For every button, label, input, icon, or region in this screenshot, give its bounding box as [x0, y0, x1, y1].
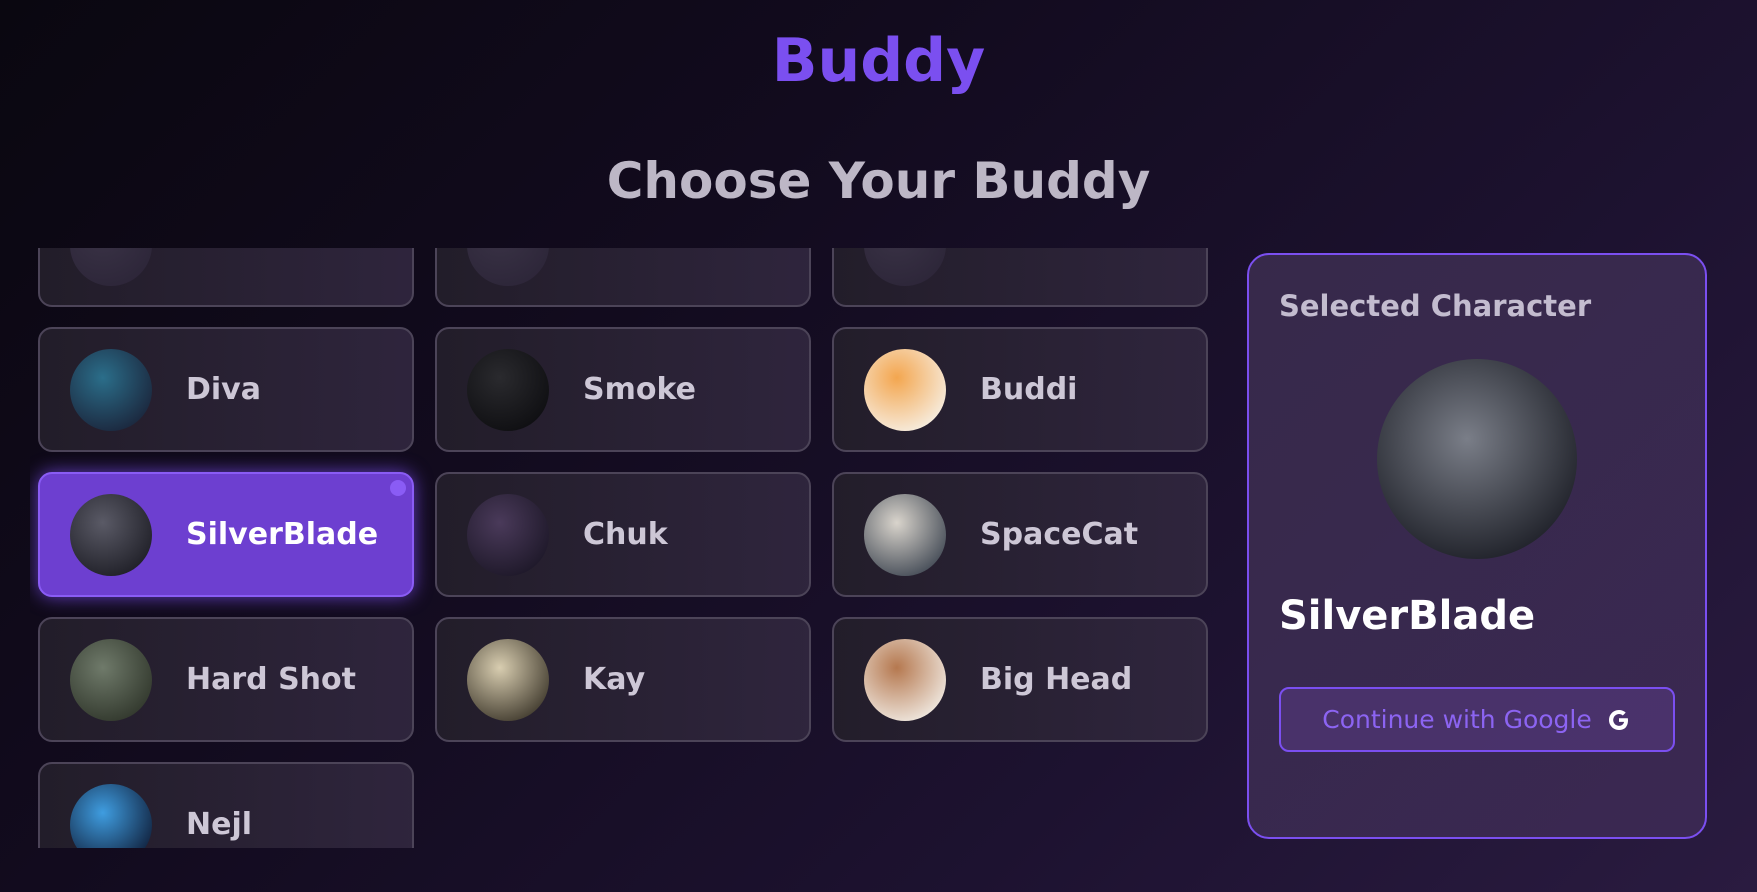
character-label: Smoke — [583, 372, 696, 407]
chuk-avatar — [467, 493, 549, 576]
character-grid-viewport[interactable]: Diva Smoke Buddi SilverBlade Chuk SpaceCat Har… — [30, 248, 1215, 848]
selected-indicator — [390, 480, 406, 496]
google-button-label: Continue with Google — [1322, 705, 1592, 734]
character-grid: Diva Smoke Buddi SilverBlade Chuk SpaceCat Har… — [30, 248, 1208, 848]
kay-avatar — [467, 638, 549, 721]
page-heading: Choose Your Buddy — [606, 152, 1151, 210]
selected-character-panel: Selected Character SilverBlade Continue … — [1247, 253, 1707, 839]
character-card-silverblade[interactable]: SilverBlade — [38, 472, 414, 597]
app-title: Buddy — [771, 26, 986, 96]
character-card-nejl[interactable]: Nejl — [38, 762, 414, 848]
character-label: Big Head — [980, 662, 1133, 697]
spacecat-avatar — [864, 493, 946, 576]
character-card-buddi[interactable]: Buddi — [832, 327, 1208, 452]
character-label: SpaceCat — [980, 517, 1139, 552]
character-avatar — [467, 248, 549, 286]
panel-title: Selected Character — [1279, 289, 1592, 323]
continue-with-google-button[interactable]: Continue with Google — [1279, 687, 1675, 752]
hard-shot-avatar — [70, 638, 152, 721]
character-card-chuk[interactable]: Chuk — [435, 472, 811, 597]
character-label: Hard Shot — [186, 662, 356, 697]
character-avatar — [864, 248, 946, 286]
character-card-smoke[interactable]: Smoke — [435, 327, 811, 452]
character-card[interactable] — [832, 248, 1208, 307]
character-label: Chuk — [583, 517, 668, 552]
character-card-hard-shot[interactable]: Hard Shot — [38, 617, 414, 742]
selected-character-name: SilverBlade — [1279, 593, 1536, 639]
smoke-avatar — [467, 348, 549, 431]
selected-character-avatar — [1377, 359, 1577, 559]
character-card-spacecat[interactable]: SpaceCat — [832, 472, 1208, 597]
character-label: Nejl — [186, 807, 253, 842]
character-avatar — [70, 248, 152, 286]
nejl-avatar — [70, 783, 152, 848]
character-card[interactable] — [38, 248, 414, 307]
character-label: SilverBlade — [186, 517, 379, 552]
google-icon — [1606, 707, 1632, 733]
character-label: Diva — [186, 372, 261, 407]
character-label: Kay — [583, 662, 646, 697]
character-card-kay[interactable]: Kay — [435, 617, 811, 742]
buddi-avatar — [864, 348, 946, 431]
diva-avatar — [70, 348, 152, 431]
silverblade-avatar — [70, 493, 152, 576]
character-card-big-head[interactable]: Big Head — [832, 617, 1208, 742]
character-card-diva[interactable]: Diva — [38, 327, 414, 452]
character-card[interactable] — [435, 248, 811, 307]
character-label: Buddi — [980, 372, 1078, 407]
big-head-avatar — [864, 638, 946, 721]
